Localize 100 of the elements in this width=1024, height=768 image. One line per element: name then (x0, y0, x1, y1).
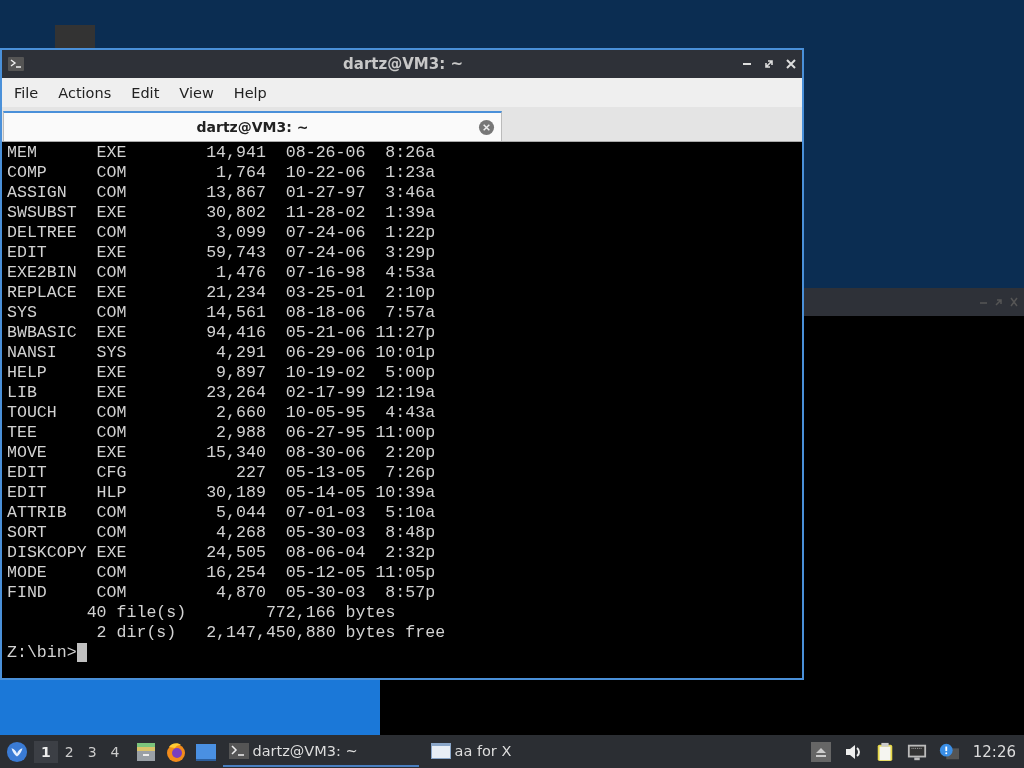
file-time: 3:46a (384, 183, 436, 203)
file-extension: COM (96, 563, 127, 583)
file-date: 05-13-05 (285, 463, 366, 483)
file-size: 23,264 (205, 383, 266, 403)
file-extension: COM (96, 163, 127, 183)
file-name: DELTREE (7, 223, 78, 243)
file-name: ATTRIB (7, 503, 68, 523)
workspace-button[interactable]: 1 (34, 740, 58, 763)
file-time: 4:53a (384, 263, 436, 283)
summary-label: dir(s) (116, 623, 178, 643)
file-date: 11-28-02 (285, 203, 366, 223)
file-date: 07-24-06 (285, 243, 366, 263)
file-time: 8:26a (384, 143, 436, 163)
window-background (55, 25, 95, 49)
file-size: 59,743 (205, 243, 266, 263)
file-time: 11:05p (375, 563, 436, 583)
summary-unit: bytes (345, 603, 396, 623)
file-name: HELP (7, 363, 48, 383)
file-date: 06-27-95 (285, 423, 366, 443)
file-date: 10-19-02 (285, 363, 366, 383)
file-size: 1,476 (215, 263, 266, 283)
file-name: MEM (7, 143, 38, 163)
file-extension: COM (96, 403, 127, 423)
tab[interactable]: dartz@VM3: ~ (3, 111, 502, 141)
file-extension: EXE (96, 363, 127, 383)
notification-icon[interactable] (938, 741, 959, 762)
menu-item[interactable]: File (4, 84, 49, 101)
file-time: 12:19a (375, 383, 436, 403)
file-extension: COM (96, 263, 127, 283)
file-name: EXE2BIN (7, 263, 78, 283)
file-extension: COM (96, 423, 127, 443)
menu-item[interactable]: View (169, 84, 224, 101)
file-time: 8:57p (384, 583, 436, 603)
file-size: 14,941 (205, 143, 266, 163)
menu-item[interactable]: Actions (48, 84, 122, 101)
file-name: MOVE (7, 443, 48, 463)
file-date: 07-16-98 (285, 263, 366, 283)
file-time: 7:57a (384, 303, 436, 323)
browser-icon[interactable] (164, 740, 187, 763)
file-extension: COM (96, 503, 127, 523)
file-extension: HLP (96, 483, 127, 503)
file-date: 10-22-06 (285, 163, 366, 183)
eject-icon[interactable] (810, 741, 831, 762)
file-size: 15,340 (205, 443, 266, 463)
close-icon[interactable] (786, 59, 796, 69)
file-extension: COM (96, 183, 127, 203)
summary-unit: bytes free (345, 623, 446, 643)
file-time: 4:43a (384, 403, 436, 423)
summary-bytes: 772,166 (264, 603, 336, 623)
file-size: 5,044 (215, 503, 266, 523)
taskbar-window-button[interactable]: aa for X (424, 736, 518, 767)
file-time: 10:01p (375, 343, 436, 363)
file-size: 4,870 (215, 583, 266, 603)
file-date: 05-30-03 (285, 583, 366, 603)
file-name: SWSUBST (7, 203, 78, 223)
file-size: 30,189 (205, 483, 266, 503)
command-prompt: Z:\bin> (7, 643, 77, 663)
file-extension: EXE (96, 243, 127, 263)
file-size: 9,897 (215, 363, 266, 383)
file-date: 05-14-05 (285, 483, 366, 503)
terminal-icon (8, 57, 24, 71)
file-date: 08-30-06 (285, 443, 366, 463)
file-size: 13,867 (205, 183, 266, 203)
file-date: 10-05-95 (285, 403, 366, 423)
file-date: 07-24-06 (285, 223, 366, 243)
file-size: 16,254 (205, 563, 266, 583)
workspace-button[interactable]: 2 (57, 740, 81, 763)
file-date: 06-29-06 (285, 343, 366, 363)
file-date: 08-26-06 (285, 143, 366, 163)
file-size: 4,268 (215, 523, 266, 543)
file-size: 21,234 (205, 283, 266, 303)
file-size: 30,802 (205, 203, 266, 223)
file-time: 11:27p (375, 323, 436, 343)
file-time: 2:10p (384, 283, 436, 303)
file-name: NANSI (7, 343, 58, 363)
menu-item[interactable]: Edit (121, 84, 170, 101)
text-cursor (76, 643, 87, 662)
file-cabinet-icon[interactable] (134, 740, 157, 763)
file-extension: COM (96, 223, 127, 243)
file-extension: EXE (96, 203, 127, 223)
file-extension: EXE (96, 323, 127, 343)
taskbar-window-button[interactable]: dartz@VM3: ~ (222, 736, 419, 767)
summary-count: 40 (85, 603, 107, 623)
file-time: 7:26p (384, 463, 436, 483)
file-name: EDIT (7, 483, 48, 503)
file-size: 24,505 (205, 543, 266, 563)
file-name: DISKCOPY (7, 543, 88, 563)
window-title: dartz@VM3: ~ (342, 55, 463, 73)
file-name: MODE (7, 563, 48, 583)
workspace-button[interactable]: 3 (80, 740, 104, 763)
workspace-button[interactable]: 4 (103, 740, 127, 763)
file-name: EDIT (7, 243, 48, 263)
file-extension: COM (96, 303, 127, 323)
file-extension: COM (96, 583, 127, 603)
maximize-icon[interactable] (764, 59, 774, 69)
file-name: SYS (7, 303, 38, 323)
menu-item[interactable]: Help (223, 84, 277, 101)
file-name: ASSIGN (7, 183, 68, 203)
close-icon[interactable] (478, 118, 495, 136)
file-date: 08-06-04 (285, 543, 366, 563)
